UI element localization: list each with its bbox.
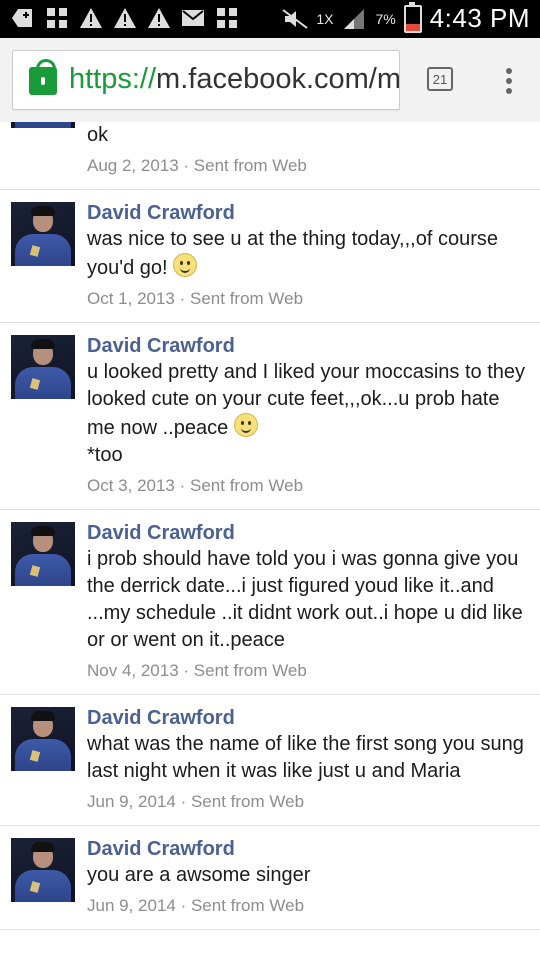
sender-name-link[interactable]: David Crawford <box>87 705 526 731</box>
tab-switcher-button[interactable]: 21 <box>427 67 453 91</box>
system-status: 1X 7% 4:43 PM <box>282 1 530 34</box>
avatar[interactable] <box>11 522 75 586</box>
message-text: i prob should have told you i was gonna … <box>87 548 523 651</box>
add-box-icon <box>10 5 36 31</box>
smile-emoji-icon <box>173 253 198 277</box>
message-text: ok <box>87 124 109 146</box>
grid-app-icon <box>44 5 70 31</box>
mute-icon <box>282 6 308 32</box>
lock-icon <box>29 59 57 95</box>
url-host-path: m.facebook.com/m <box>156 63 400 95</box>
sender-name-link[interactable]: David Crawford <box>87 836 526 862</box>
message-text: you are a awsome singer <box>87 864 311 886</box>
message-item: David Crawford i prob should have told y… <box>0 510 540 695</box>
message-meta: Oct 1, 2013 · Sent from Web <box>87 289 304 308</box>
message-item: David Crawford you are a awsome singer J… <box>0 826 540 930</box>
signal-icon <box>341 6 367 32</box>
message-text: u looked pretty and I liked your moccasi… <box>87 359 526 442</box>
status-bar: 1X 7% 4:43 PM <box>0 0 540 38</box>
warning-icon <box>112 5 138 31</box>
message-item: ok Aug 2, 2013 · Sent from Web <box>0 122 540 190</box>
more-options-icon[interactable] <box>498 66 518 96</box>
message-list: ok Aug 2, 2013 · Sent from Web David Cra… <box>0 122 540 960</box>
avatar[interactable] <box>11 122 75 128</box>
warning-icon <box>78 5 104 31</box>
message-body: was nice to see u at the thing today,,,o… <box>87 228 498 279</box>
notification-icons <box>10 5 240 31</box>
message-meta: Jun 9, 2014 · Sent from Web <box>87 896 305 915</box>
avatar[interactable] <box>11 202 75 266</box>
avatar[interactable] <box>11 707 75 771</box>
smile-emoji-icon <box>233 413 258 437</box>
message-item: David Crawford what was the name of like… <box>0 695 540 826</box>
battery-icon <box>403 1 422 33</box>
url-text[interactable]: https://m.facebook.com/m <box>69 63 400 96</box>
browser-toolbar: https://m.facebook.com/m 21 <box>0 38 540 123</box>
message-meta: Oct 3, 2013 · Sent from Web <box>87 476 304 495</box>
message-meta: Aug 2, 2013 · Sent from Web <box>87 156 307 175</box>
avatar[interactable] <box>11 838 75 902</box>
message-item: David Crawford u looked pretty and I lik… <box>0 323 540 510</box>
battery-percent: 7% <box>375 10 396 27</box>
message-meta: Nov 4, 2013 · Sent from Web <box>87 661 307 680</box>
grid-app-icon <box>214 5 240 31</box>
message-text: was nice to see u at the thing today,,,o… <box>87 226 526 282</box>
sender-name-link[interactable]: David Crawford <box>87 520 526 546</box>
message-text: what was the name of like the first song… <box>87 733 524 782</box>
network-type: 1X <box>316 10 334 27</box>
message-item: David Crawford was nice to see u at the … <box>0 190 540 323</box>
clock: 4:43 PM <box>429 3 530 33</box>
url-scheme: https:// <box>69 63 157 95</box>
message-meta: Jun 9, 2014 · Sent from Web <box>87 792 305 811</box>
mail-icon <box>180 5 206 31</box>
warning-icon <box>146 5 172 31</box>
sender-name-link[interactable]: David Crawford <box>87 333 526 359</box>
message-body: u looked pretty and I liked your moccasi… <box>87 361 526 439</box>
message-text-followup: *too <box>87 444 123 466</box>
sender-name-link[interactable]: David Crawford <box>87 200 526 226</box>
avatar[interactable] <box>11 335 75 399</box>
address-bar[interactable]: https://m.facebook.com/m <box>12 50 400 110</box>
